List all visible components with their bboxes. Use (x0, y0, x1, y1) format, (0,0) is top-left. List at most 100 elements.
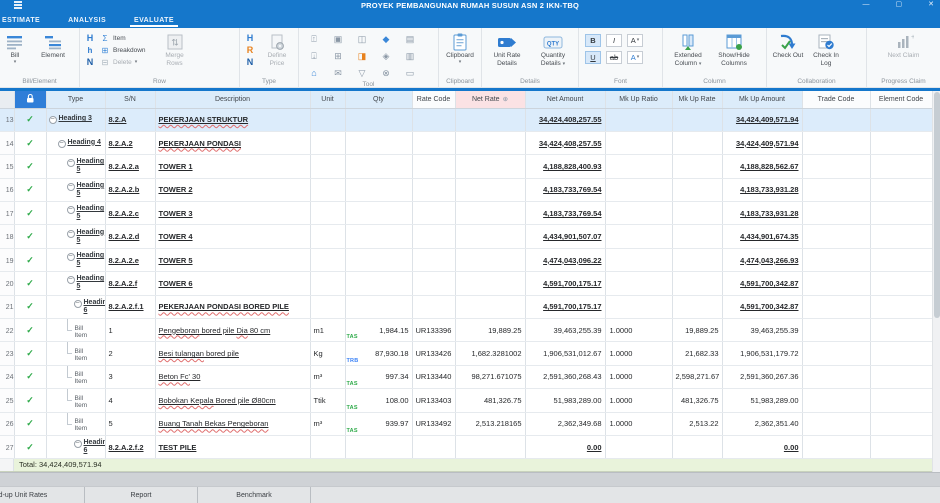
description-cell[interactable]: Besi tulangan bored pile (155, 342, 310, 365)
mkup-ratio-cell[interactable] (605, 225, 672, 248)
note-n-icon[interactable]: N (84, 57, 96, 68)
row-number[interactable]: 17 (0, 202, 14, 225)
row-number[interactable]: 20 (0, 272, 14, 295)
mkup-ratio-cell[interactable] (605, 178, 672, 201)
type-cell[interactable]: Heading 3 (46, 108, 105, 131)
description-cell[interactable]: Pengeboran bored pile Dia 80 cm (155, 319, 310, 342)
table-row[interactable]: 26✓Bill Item5Buang Tanah Bekas Pengebora… (0, 412, 932, 435)
element-code-cell[interactable] (870, 412, 932, 435)
trade-code-cell[interactable] (802, 248, 870, 271)
mkup-rate-cell[interactable] (672, 272, 722, 295)
rate-code-cell[interactable] (412, 178, 455, 201)
mkup-amount-cell[interactable]: 2,362,351.40 (722, 412, 802, 435)
sn-cell[interactable]: 3 (105, 365, 155, 388)
description-cell[interactable]: Buang Tanah Bekas Pengeboran (155, 412, 310, 435)
tool-icon[interactable]: ▭ (403, 66, 417, 80)
clipboard-button[interactable]: Clipboard ▾ (443, 31, 477, 65)
tab-report[interactable]: Report (85, 487, 198, 503)
tool-icon[interactable]: ◫ (355, 32, 369, 46)
type-cell[interactable]: Heading 5 (46, 178, 105, 201)
unit-cell[interactable] (310, 155, 345, 178)
trade-code-cell[interactable] (802, 412, 870, 435)
mkup-rate-cell[interactable]: 2,513.22 (672, 412, 722, 435)
net-rate-cell[interactable]: 481,326.75 (455, 389, 525, 412)
extended-column-button[interactable]: Extended Column ▾ (667, 31, 709, 67)
mkup-rate-cell[interactable] (672, 248, 722, 271)
mkup-rate-cell[interactable]: 21,682.33 (672, 342, 722, 365)
rate-code-cell[interactable] (412, 108, 455, 131)
tab-estimate[interactable]: ESTIMATE (0, 12, 54, 28)
rate-code-cell[interactable] (412, 272, 455, 295)
description-cell[interactable]: PEKERJAAN PONDASI BORED PILE (155, 295, 310, 318)
check-out-button[interactable]: Check Out (771, 31, 805, 60)
tab-analysis[interactable]: ANALYSIS (54, 12, 120, 28)
net-rate-cell[interactable] (455, 178, 525, 201)
qty-cell[interactable] (345, 272, 412, 295)
mkup-ratio-cell[interactable] (605, 248, 672, 271)
trade-code-cell[interactable] (802, 202, 870, 225)
tool-icon[interactable]: ◨ (355, 49, 369, 63)
rate-code-cell[interactable] (412, 131, 455, 154)
table-row[interactable]: 20✓Heading 58.2.A.2.fTOWER 64,591,700,17… (0, 272, 932, 295)
table-row[interactable]: 14✓Heading 48.2.A.2PEKERJAAN PONDASI34,4… (0, 131, 932, 154)
net-rate-cell[interactable] (455, 248, 525, 271)
net-amount-cell[interactable]: 34,424,408,257.55 (525, 131, 605, 154)
column-header-rate_code[interactable]: Rate Code (412, 91, 455, 108)
maximize-button[interactable]: ▢ (896, 0, 903, 10)
bold-button[interactable]: B (585, 34, 601, 47)
column-header-unit[interactable]: Unit (310, 91, 345, 108)
unit-cell[interactable] (310, 272, 345, 295)
mkup-rate-cell[interactable]: 19,889.25 (672, 319, 722, 342)
tab-benchmark[interactable]: Benchmark (198, 487, 311, 503)
rate-code-cell[interactable]: UR133403 (412, 389, 455, 412)
qty-cell[interactable] (345, 225, 412, 248)
row-number[interactable]: 13 (0, 108, 14, 131)
sn-cell[interactable]: 8.2.A.2.a (105, 155, 155, 178)
row-number[interactable]: 14 (0, 131, 14, 154)
tool-icon[interactable]: ⍗ (307, 49, 321, 63)
mkup-amount-cell[interactable]: 1,906,531,179.72 (722, 342, 802, 365)
vertical-scrollbar[interactable] (932, 91, 940, 472)
row-number[interactable]: 15 (0, 155, 14, 178)
quantity-details-button[interactable]: QTY Quantity Details ▾ (532, 31, 574, 67)
expand-icon[interactable] (74, 300, 82, 308)
row-check[interactable]: ✓ (14, 272, 46, 295)
expand-icon[interactable] (67, 276, 75, 284)
highlight-button[interactable]: A▾ (627, 51, 643, 64)
type-r-icon[interactable]: R (244, 45, 256, 56)
row-check[interactable]: ✓ (14, 108, 46, 131)
trade-code-cell[interactable] (802, 389, 870, 412)
trade-code-cell[interactable] (802, 272, 870, 295)
mkup-rate-cell[interactable] (672, 225, 722, 248)
mkup-ratio-cell[interactable]: 1.0000 (605, 342, 672, 365)
element-code-cell[interactable] (870, 131, 932, 154)
mkup-rate-cell[interactable]: 2,598,271.67 (672, 365, 722, 388)
net-rate-cell[interactable] (455, 202, 525, 225)
description-cell[interactable]: TOWER 4 (155, 225, 310, 248)
qty-cell[interactable]: 939.97TAS (345, 412, 412, 435)
column-header-element_code[interactable]: Element Code (870, 91, 932, 108)
mkup-amount-cell[interactable]: 34,424,409,571.94 (722, 131, 802, 154)
qty-cell[interactable] (345, 202, 412, 225)
mkup-ratio-cell[interactable]: 1.0000 (605, 365, 672, 388)
net-rate-cell[interactable] (455, 155, 525, 178)
description-cell[interactable]: TOWER 1 (155, 155, 310, 178)
rate-code-cell[interactable] (412, 155, 455, 178)
sn-cell[interactable]: 8.2.A.2.f.2 (105, 435, 155, 458)
trade-code-cell[interactable] (802, 435, 870, 458)
table-row[interactable]: 13✓Heading 38.2.APEKERJAAN STRUKTUR34,42… (0, 108, 932, 131)
unit-rate-details-button[interactable]: Unit Rate Details (486, 31, 528, 67)
table-row[interactable]: 23✓Bill Item2Besi tulangan bored pileKg8… (0, 342, 932, 365)
element-code-cell[interactable] (870, 248, 932, 271)
row-check[interactable]: ✓ (14, 435, 46, 458)
unit-cell[interactable] (310, 202, 345, 225)
row-check[interactable]: ✓ (14, 319, 46, 342)
column-header-sn[interactable]: S/N (105, 91, 155, 108)
show-hide-columns-button[interactable]: Show/Hide Columns (713, 31, 755, 67)
minimize-button[interactable]: — (863, 0, 870, 10)
sn-cell[interactable]: 8.2.A.2 (105, 131, 155, 154)
element-code-cell[interactable] (870, 389, 932, 412)
qty-cell[interactable]: 87,930.18TRB (345, 342, 412, 365)
mkup-ratio-cell[interactable] (605, 295, 672, 318)
type-cell[interactable]: Bill Item (46, 342, 105, 365)
